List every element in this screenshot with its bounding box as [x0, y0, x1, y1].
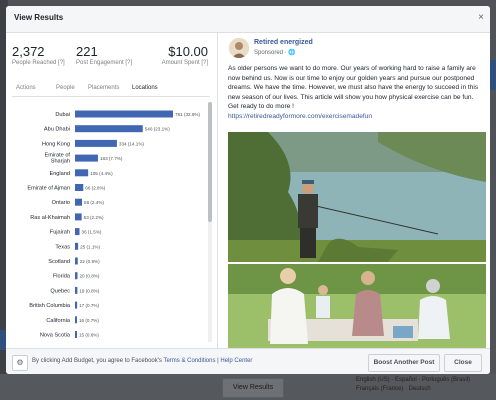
background-view-results-button: View Results [222, 378, 284, 398]
chart-data-label: 66 (2.8%) [85, 186, 105, 191]
tab-placements[interactable]: Placements [88, 85, 119, 91]
chart-data-label: 15 (0.6%) [79, 333, 99, 338]
chart-bar [75, 154, 98, 162]
chart-data-label: 25 (1.1%) [80, 244, 100, 249]
close-icon[interactable]: × [478, 12, 484, 23]
stat-value: $10.00 [168, 44, 208, 59]
sponsored-label: Sponsored · 🌐 [254, 50, 296, 56]
info-icon[interactable]: [?] [201, 60, 208, 66]
tab-actions[interactable]: Actions [16, 85, 36, 91]
stat-label: Amount Spent [?] [161, 60, 208, 66]
chart-category-label: Texas [55, 244, 70, 250]
dialog-header: View Results × [6, 6, 490, 33]
chart-data-label: 22 (0.9%) [80, 259, 100, 264]
chart-category-label: Abu Dhabi [44, 127, 70, 133]
gear-icon[interactable]: ⚙ [12, 355, 28, 371]
tab-locations[interactable]: Locations [132, 85, 158, 91]
background-language-list: English (US) · Español · Português (Bras… [356, 376, 470, 394]
language-line: English (US) · Español · Português (Bras… [356, 377, 471, 383]
chart-data-label: 36 (1.5%) [82, 230, 102, 235]
stat-value: 221 [76, 44, 98, 59]
chart-bar [75, 169, 89, 177]
chart-data-label: 56 (2.4%) [84, 200, 104, 205]
chart-scrollbar-thumb[interactable] [208, 102, 212, 222]
stat-value: 2,372 [12, 44, 45, 59]
chart-data-label: 17 (0.7%) [79, 303, 99, 308]
post-body: As older persons we want to do more. Our… [228, 64, 485, 122]
stat-label: People Reached [?] [12, 60, 65, 66]
chart-data-label: 334 (14.1%) [119, 141, 144, 146]
chart-bar [75, 257, 78, 265]
chart-bar [75, 184, 84, 191]
view-results-dialog: View Results × 2,372 People Reached [?] … [6, 6, 490, 374]
stat-amount-spent: $10.00 Amount Spent [?] [146, 44, 208, 66]
post-link[interactable]: https://retiredreadyformore.com/exercise… [228, 113, 372, 120]
chart-bar [75, 286, 78, 294]
chart-bar [75, 331, 77, 338]
chart-category-label: Ontario [52, 200, 70, 206]
divider [217, 32, 218, 348]
chart-bar [75, 228, 80, 236]
boost-another-post-button[interactable]: Boost Another Post [368, 354, 440, 372]
chart-bar [75, 213, 82, 221]
terms-notice: By clicking Add Budget, you agree to Fac… [32, 358, 253, 364]
post-author[interactable]: Retired energized [254, 39, 313, 46]
chart-category-label: California [46, 318, 71, 324]
photo-women-picnic [228, 264, 486, 349]
chart-category-label: Nova Scotia [40, 333, 71, 339]
stat-people-reached: 2,372 People Reached [?] [12, 44, 65, 66]
chart-bar [75, 139, 117, 147]
chart-data-label: 53 (2.2%) [84, 215, 104, 220]
info-icon[interactable]: [?] [58, 60, 65, 66]
language-line: Français (France) · Deutsch [356, 386, 431, 392]
chart-bar [75, 198, 83, 206]
info-icon[interactable]: [?] [125, 60, 132, 66]
chart-bar [75, 272, 78, 280]
chart-data-label: 20 (0.8%) [80, 274, 100, 279]
chart-bar [75, 316, 78, 324]
results-tabs: Actions People Placements Locations [12, 80, 210, 97]
chart-category-label: Emirate of Ajman [27, 186, 70, 192]
chart-category-label: England [49, 171, 70, 177]
chart-category-label: British Columbia [29, 303, 71, 309]
chart-data-label: 19 (0.8%) [79, 288, 99, 293]
photo-man-fishing [228, 132, 486, 262]
chart-bar [75, 125, 143, 133]
chart-data-label: 183 (7.7%) [100, 156, 123, 161]
chart-category-label: Quebec [50, 288, 70, 294]
chart-data-label: 16 (0.7%) [79, 318, 99, 323]
dialog-footer: ⚙ By clicking Add Budget, you agree to F… [6, 348, 490, 374]
close-button[interactable]: Close [444, 354, 482, 372]
terms-link[interactable]: Terms & Conditions [163, 358, 215, 364]
help-center-link[interactable]: Help Center [220, 358, 252, 364]
dialog-title: View Results [14, 13, 64, 22]
chart-bar [75, 301, 78, 309]
chart-category-label: Dubai [55, 112, 70, 118]
chart-category-label: Fujairah [50, 230, 70, 236]
chart-data-label: 540 (23.1%) [145, 127, 170, 132]
chart-data-label: 781 (32.9%) [175, 112, 200, 117]
chart-category-label: Emirate of Sharjah [45, 153, 71, 165]
locations-bar-chart: Dubai 781 (32.9%) Abu Dhabi 540 (23.1%) Hong… [27, 110, 200, 339]
chart-category-label: Scotland [48, 259, 70, 265]
chart-category-label: Ras al-Khaimah [30, 215, 70, 221]
chart-bar [75, 242, 79, 250]
chart-category-label: Hong Kong [42, 141, 70, 147]
globe-icon: 🌐 [288, 50, 296, 56]
tab-people[interactable]: People [56, 85, 75, 91]
chart-bar [75, 110, 173, 118]
chart-data-label: 105 (4.4%) [90, 171, 113, 176]
chart-category-label: Florida [53, 274, 71, 280]
stat-post-engagement: 221 Post Engagement [?] [76, 44, 132, 66]
stat-label: Post Engagement [?] [76, 60, 133, 66]
avatar [229, 38, 249, 58]
post-text: As older persons we want to do more. Our… [228, 65, 479, 111]
